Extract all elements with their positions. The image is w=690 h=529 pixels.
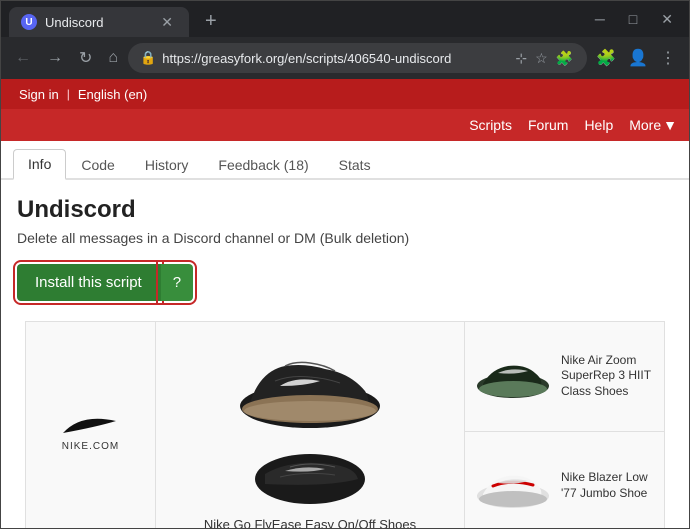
back-button[interactable]: ←: [9, 45, 37, 71]
shoe-label-1: Nike Air Zoom SuperRep 3 HIIT Class Shoe…: [561, 353, 656, 400]
site-mainnav: Scripts Forum Help More ▼: [1, 109, 689, 141]
window-controls: ─ □ ✕: [587, 7, 681, 32]
tab-code[interactable]: Code: [66, 150, 129, 179]
addressbar: ← → ↻ ⌂ 🔒 https://greasyfork.org/en/scri…: [1, 37, 689, 79]
site-topnav: Sign in | English (en): [1, 79, 689, 109]
maximize-button[interactable]: □: [621, 7, 645, 31]
lock-icon: 🔒: [140, 50, 156, 66]
tab-stats[interactable]: Stats: [324, 150, 386, 179]
install-row: Install this script ?: [17, 264, 673, 301]
url-icons: ⊹ ☆ 🧩: [513, 48, 575, 69]
tab-close-button[interactable]: ✕: [157, 12, 177, 33]
chrome-icons: 🧩 👤 ⋮: [591, 44, 681, 72]
browser-window: U Undiscord ✕ + ─ □ ✕ ← → ↻ ⌂ 🔒 https://…: [0, 0, 690, 529]
new-tab-button[interactable]: +: [197, 6, 225, 37]
bookmark-icon[interactable]: ☆: [533, 48, 550, 69]
nav-more[interactable]: More ▼: [629, 117, 677, 133]
close-button[interactable]: ✕: [653, 7, 681, 32]
signin-link[interactable]: Sign in: [13, 85, 65, 104]
ad-right-panel: Nike Air Zoom SuperRep 3 HIIT Class Shoe…: [464, 322, 664, 528]
script-name: Undiscord: [17, 196, 673, 224]
install-script-button[interactable]: Install this script: [17, 264, 160, 301]
shoe-thumb-1: [473, 351, 553, 401]
ad-brand: NIKE.COM: [26, 322, 156, 528]
profile-icon[interactable]: 👤: [623, 44, 653, 72]
language-link[interactable]: English (en): [72, 85, 153, 104]
titlebar: U Undiscord ✕ + ─ □ ✕: [1, 1, 689, 37]
tab-history[interactable]: History: [130, 150, 204, 179]
page-content: Info Code History Feedback (18) Stats Un…: [1, 141, 689, 528]
tab-info[interactable]: Info: [13, 149, 66, 180]
minimize-button[interactable]: ─: [587, 7, 613, 31]
tab-title: Undiscord: [45, 15, 149, 30]
main-shoe-image: [230, 331, 390, 441]
script-description: Delete all messages in a Discord channel…: [17, 230, 673, 246]
share-icon[interactable]: ⊹: [513, 48, 529, 69]
ad-right-item-2: Nike Blazer Low '77 Jumbo Shoe: [465, 432, 664, 529]
shoe-top-view: [250, 449, 370, 509]
nav-scripts[interactable]: Scripts: [469, 117, 512, 133]
topnav-left: Sign in | English (en): [13, 85, 153, 104]
active-tab[interactable]: U Undiscord ✕: [9, 7, 189, 37]
script-info-content: Undiscord Delete all messages in a Disco…: [1, 180, 689, 528]
url-bar[interactable]: 🔒 https://greasyfork.org/en/scripts/4065…: [128, 43, 587, 73]
nav-help[interactable]: Help: [584, 117, 613, 133]
tab-area: U Undiscord ✕ +: [9, 1, 587, 37]
ad-main-product: Nike Go FlyEase Easy On/Off Shoes: [156, 322, 464, 528]
install-help-button[interactable]: ?: [160, 264, 193, 301]
menu-icon[interactable]: ⋮: [655, 44, 681, 72]
reload-button[interactable]: ↻: [73, 44, 98, 72]
tab-favicon: U: [21, 14, 37, 30]
forward-button[interactable]: →: [41, 45, 69, 71]
main-product-label: Nike Go FlyEase Easy On/Off Shoes: [204, 517, 416, 529]
shoe-thumb-2: [473, 461, 553, 511]
tab-feedback[interactable]: Feedback (18): [203, 150, 323, 179]
extensions-icon[interactable]: 🧩: [554, 48, 575, 69]
nav-forum[interactable]: Forum: [528, 117, 568, 133]
script-tabs: Info Code History Feedback (18) Stats: [1, 141, 689, 180]
ad-banner: NIKE.COM: [25, 321, 665, 528]
topnav-separator: |: [67, 87, 70, 101]
url-text: https://greasyfork.org/en/scripts/406540…: [162, 51, 507, 66]
home-button[interactable]: ⌂: [102, 45, 124, 71]
brand-name: NIKE.COM: [62, 441, 119, 452]
shoe-label-2: Nike Blazer Low '77 Jumbo Shoe: [561, 470, 656, 501]
nike-swoosh-icon: [61, 411, 121, 441]
ad-right-item-1: Nike Air Zoom SuperRep 3 HIIT Class Shoe…: [465, 322, 664, 432]
extensions-puzzle-icon[interactable]: 🧩: [591, 44, 621, 72]
